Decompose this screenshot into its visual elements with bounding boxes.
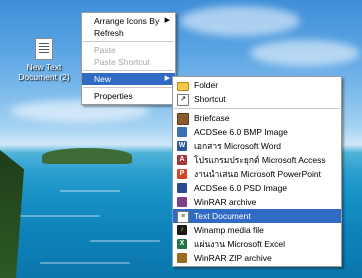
submenu-item-access-database[interactable]: A โปรแกรมประยุกต์ Microsoft Access [173, 153, 341, 167]
menu-item-new[interactable]: New ▶ [82, 73, 175, 85]
submenu-item-label: ACDSee 6.0 BMP Image [194, 127, 288, 137]
text-document-icon: ≡ [177, 211, 189, 223]
island [42, 148, 132, 164]
cloud [250, 40, 360, 66]
menu-separator [174, 108, 340, 109]
winrar-archive-icon [177, 197, 187, 207]
menu-item-label: Arrange Icons By [94, 16, 160, 26]
submenu-item-label: งานนำเสนอ Microsoft PowerPoint [194, 169, 321, 179]
menu-item-label: New [94, 74, 112, 84]
wave [20, 215, 100, 217]
menu-item-properties[interactable]: Properties [82, 90, 175, 102]
submenu-item-powerpoint[interactable]: P งานนำเสนอ Microsoft PowerPoint [173, 167, 341, 181]
access-database-icon: A [177, 155, 187, 165]
submenu-item-winamp-media[interactable]: ♪ Winamp media file [173, 223, 341, 237]
submenu-arrow-icon: ▶ [164, 75, 170, 82]
menu-separator [83, 41, 174, 42]
submenu-item-label: แผ่นงาน Microsoft Excel [194, 239, 285, 249]
desktop-context-menu: Arrange Icons By ▶ Refresh Paste Paste S… [81, 12, 176, 105]
excel-worksheet-icon: X [177, 239, 187, 249]
palm-tree [0, 150, 24, 278]
new-submenu: Folder ↗ Shortcut Briefcase ACDSee 6.0 B… [172, 76, 342, 267]
wave [90, 240, 160, 242]
text-document-icon [35, 38, 53, 60]
wave [40, 262, 130, 264]
powerpoint-presentation-icon: P [177, 169, 187, 179]
submenu-item-label: Winamp media file [194, 225, 264, 235]
wave [60, 190, 120, 192]
shortcut-icon: ↗ [177, 94, 189, 106]
submenu-item-excel-worksheet[interactable]: X แผ่นงาน Microsoft Excel [173, 237, 341, 251]
word-document-icon: W [177, 141, 187, 151]
submenu-item-winrar-zip[interactable]: WinRAR ZIP archive [173, 251, 341, 265]
briefcase-icon [177, 113, 189, 125]
menu-item-label: Paste [94, 45, 116, 55]
submenu-item-shortcut[interactable]: ↗ Shortcut [173, 92, 341, 106]
submenu-item-label: ACDSee 6.0 PSD Image [194, 183, 288, 193]
submenu-item-label: WinRAR archive [194, 197, 257, 207]
desktop-icon-label: New Text Document (2) [18, 62, 70, 82]
menu-item-label: Refresh [94, 28, 124, 38]
submenu-item-folder[interactable]: Folder [173, 78, 341, 92]
menu-separator [83, 70, 174, 71]
cloud [180, 6, 300, 36]
submenu-item-text-document[interactable]: ≡ Text Document [173, 209, 341, 223]
submenu-item-winrar-archive[interactable]: WinRAR archive [173, 195, 341, 209]
submenu-item-word-document[interactable]: W เอกสาร Microsoft Word [173, 139, 341, 153]
submenu-item-label: โปรแกรมประยุกต์ Microsoft Access [194, 155, 326, 165]
submenu-item-label: Briefcase [194, 113, 230, 123]
submenu-item-briefcase[interactable]: Briefcase [173, 111, 341, 125]
bmp-image-icon [177, 127, 187, 137]
submenu-item-label: WinRAR ZIP archive [194, 253, 272, 263]
submenu-item-label: Text Document [194, 211, 251, 221]
menu-item-label: Paste Shortcut [94, 57, 150, 67]
submenu-item-bmp-image[interactable]: ACDSee 6.0 BMP Image [173, 125, 341, 139]
winamp-media-icon: ♪ [177, 225, 187, 235]
folder-icon [177, 82, 189, 91]
submenu-item-label: Folder [194, 80, 219, 90]
menu-item-paste[interactable]: Paste [82, 44, 175, 56]
submenu-item-label: เอกสาร Microsoft Word [194, 141, 282, 151]
menu-separator [83, 87, 174, 88]
menu-item-label: Properties [94, 91, 133, 101]
submenu-arrow-icon: ▶ [164, 17, 170, 24]
desktop-icon-new-text-document[interactable]: New Text Document (2) [16, 38, 72, 82]
submenu-item-psd-image[interactable]: ACDSee 6.0 PSD Image [173, 181, 341, 195]
psd-image-icon [177, 183, 187, 193]
menu-item-arrange-icons-by[interactable]: Arrange Icons By ▶ [82, 15, 175, 27]
submenu-item-label: Shortcut [194, 94, 226, 104]
winrar-zip-icon [177, 253, 187, 263]
menu-item-refresh[interactable]: Refresh [82, 27, 175, 39]
menu-item-paste-shortcut[interactable]: Paste Shortcut [82, 56, 175, 68]
